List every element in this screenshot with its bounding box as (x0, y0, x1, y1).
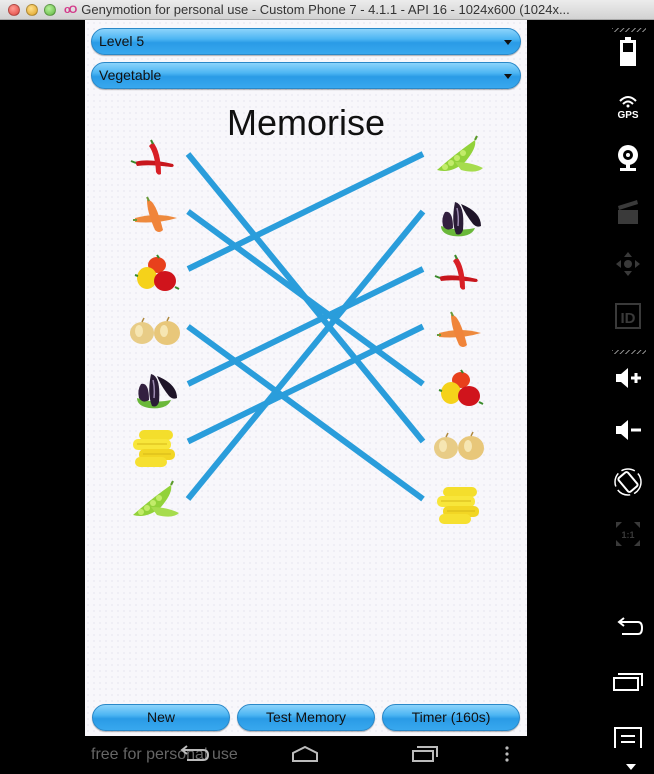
recent-apps-icon[interactable] (410, 744, 440, 764)
home-icon[interactable] (290, 744, 320, 764)
bell-pepper-icon[interactable] (127, 249, 183, 295)
connection-line-eggplant-to-chili (186, 266, 425, 387)
level-spinner[interactable]: Level 5 (91, 28, 521, 55)
battery-icon[interactable] (612, 36, 644, 68)
eggplant-icon[interactable] (431, 192, 487, 238)
bell-pepper-icon[interactable] (431, 364, 487, 410)
volume-up-icon[interactable] (612, 362, 644, 394)
screencast-icon[interactable] (612, 196, 644, 228)
android-nav-bar: free for personal use (85, 736, 527, 774)
category-spinner-value: Vegetable (99, 67, 162, 83)
sidebar-grip[interactable] (612, 28, 646, 32)
webcam-icon[interactable] (612, 142, 644, 174)
corn-icon[interactable] (431, 479, 487, 525)
dpad-icon[interactable] (612, 248, 644, 280)
gps-icon[interactable]: GPS (612, 90, 644, 122)
new-button[interactable]: New (92, 704, 230, 731)
svg-text:1:1: 1:1 (621, 530, 634, 540)
chili-icon[interactable] (431, 249, 487, 295)
onion-icon[interactable] (431, 422, 487, 468)
menu-icon[interactable] (612, 720, 644, 752)
level-spinner-value: Level 5 (99, 33, 145, 49)
close-window-button[interactable] (8, 3, 20, 16)
watermark-text: free for personal use (91, 746, 238, 763)
recent-apps-icon[interactable] (612, 666, 644, 698)
carrot-icon[interactable] (127, 192, 183, 238)
rotate-icon[interactable] (612, 466, 644, 498)
chili-icon[interactable] (127, 134, 183, 180)
device-id-icon[interactable]: ID (612, 300, 644, 332)
connection-line-bell-pepper-to-peas (186, 151, 425, 272)
connection-line-onion-to-corn (186, 324, 425, 502)
genymotion-sidebar: GPS ID 1:1 (600, 20, 654, 774)
window-titlebar: oO Genymotion for personal use - Custom … (0, 0, 654, 20)
window-title: Genymotion for personal use - Custom Pho… (81, 2, 570, 17)
test-memory-button[interactable]: Test Memory (237, 704, 375, 731)
timer-button[interactable]: Timer (160s) (382, 704, 520, 731)
peas-icon[interactable] (127, 479, 183, 525)
connection-line-carrot-to-bell-pepper (186, 209, 425, 387)
svg-text:GPS: GPS (617, 110, 638, 120)
carrot-icon[interactable] (431, 307, 487, 353)
corn-icon[interactable] (127, 422, 183, 468)
sidebar-grip[interactable] (612, 350, 646, 354)
svg-text:ID: ID (621, 310, 636, 327)
back-icon[interactable] (612, 612, 644, 644)
overflow-menu-icon[interactable] (503, 744, 511, 764)
onion-icon[interactable] (127, 307, 183, 353)
app-screen: Level 5 Vegetable Memorise New Test Memo… (85, 20, 527, 736)
connection-line-peas-to-eggplant (185, 209, 426, 501)
category-spinner[interactable]: Vegetable (91, 62, 521, 89)
peas-icon[interactable] (431, 134, 487, 180)
back-icon[interactable] (175, 744, 211, 764)
connection-line-chili-to-onion (185, 152, 426, 444)
minimize-window-button[interactable] (26, 3, 38, 16)
scroll-down-icon[interactable] (626, 764, 636, 770)
genymotion-logo-icon: oO (64, 3, 77, 16)
dropdown-arrow-icon (504, 74, 512, 79)
eggplant-icon[interactable] (127, 364, 183, 410)
scale-icon[interactable]: 1:1 (612, 518, 644, 550)
dropdown-arrow-icon (504, 40, 512, 45)
maximize-window-button[interactable] (44, 3, 56, 16)
volume-down-icon[interactable] (612, 414, 644, 446)
connection-line-corn-to-carrot (186, 323, 425, 445)
